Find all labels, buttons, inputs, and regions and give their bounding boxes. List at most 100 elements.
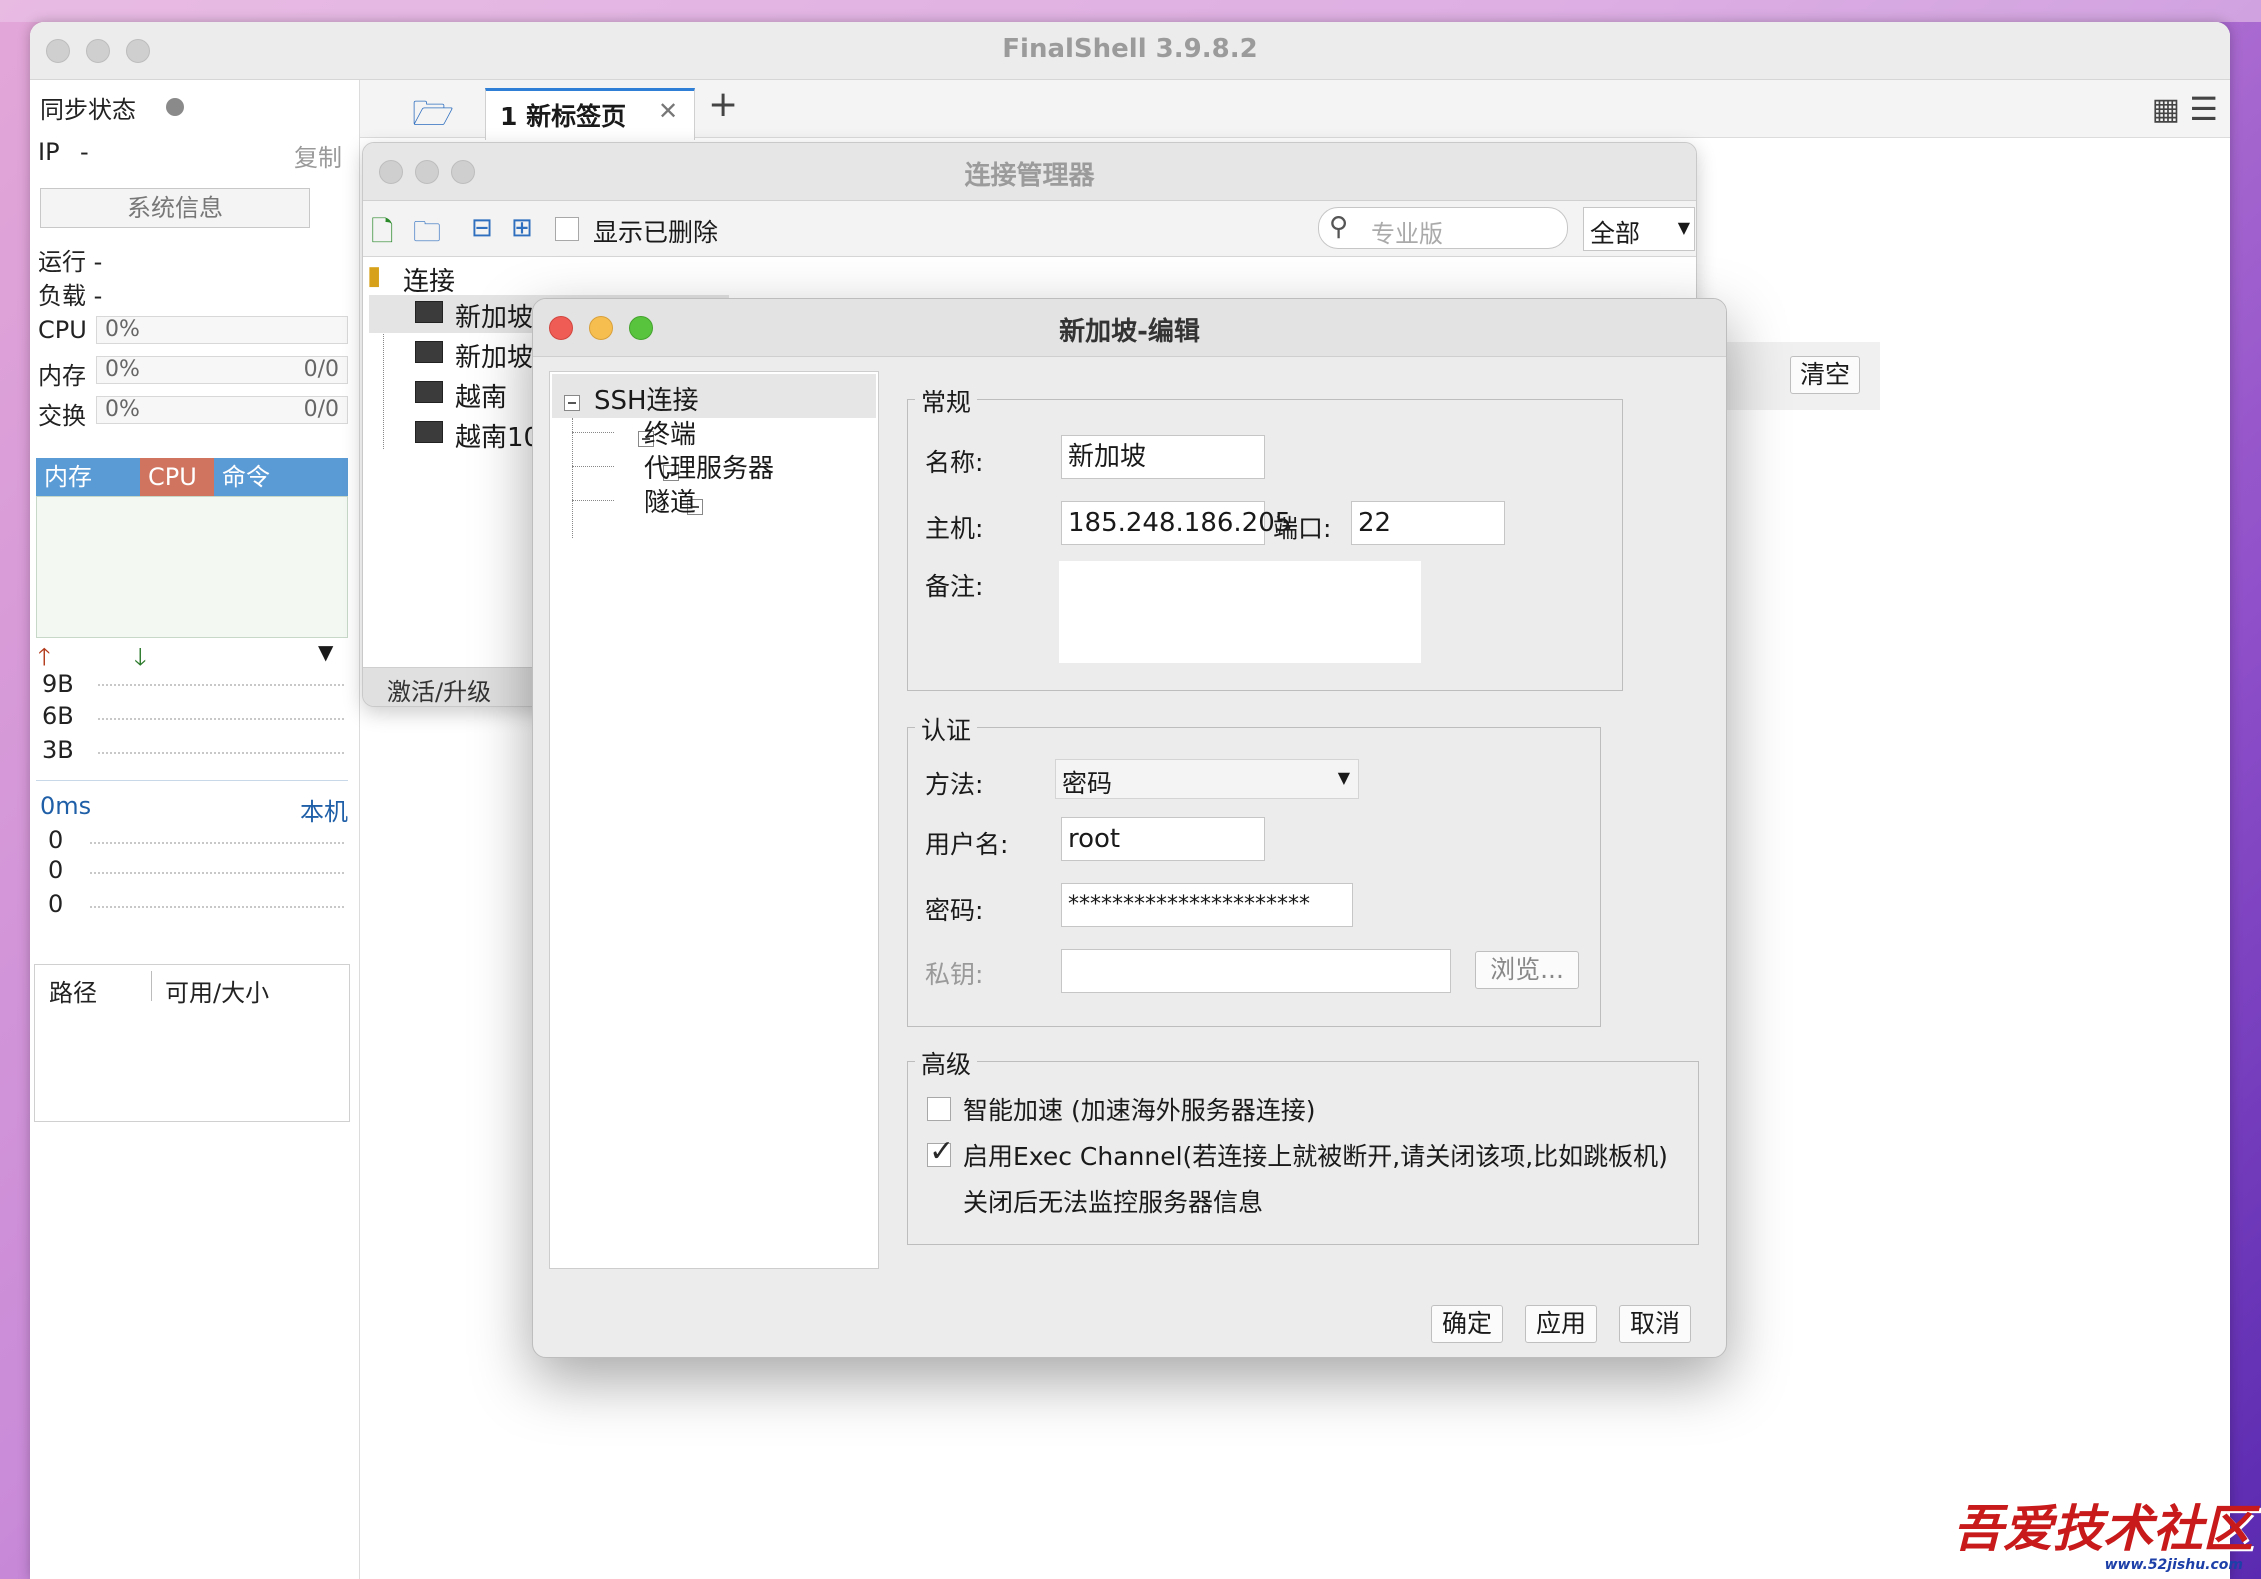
net-rate-label: 3B bbox=[42, 736, 74, 764]
dialog-titlebar: 新加坡-编辑 bbox=[533, 299, 1726, 357]
edit-connection-dialog: 新加坡-编辑 SSH连接 终端 代理服务器 隧道 常规 名称: 新加坡 主机: … bbox=[532, 298, 1727, 1358]
grid-view-icon[interactable]: ▦ bbox=[2152, 92, 2180, 127]
cpu-usage-value: 0% bbox=[105, 317, 140, 342]
checkmark-icon: ✓ bbox=[929, 1134, 955, 1169]
swap-usage-value: 0% bbox=[105, 397, 140, 422]
collapse-icon[interactable] bbox=[564, 395, 580, 411]
ping-gridline bbox=[90, 872, 344, 874]
cancel-button[interactable]: 取消 bbox=[1619, 1305, 1691, 1343]
password-input[interactable]: ********************** bbox=[1061, 883, 1353, 927]
disk-header-divider bbox=[151, 971, 152, 1001]
note-textarea[interactable] bbox=[1059, 561, 1421, 663]
net-rate-label: 6B bbox=[42, 702, 74, 730]
close-tab-icon[interactable]: ✕ bbox=[658, 97, 678, 125]
tree-item-terminal[interactable]: 终端 bbox=[644, 414, 696, 451]
method-select[interactable]: 密码 ▼ bbox=[1055, 759, 1359, 799]
add-tab-button[interactable]: + bbox=[708, 84, 738, 125]
new-folder-icon[interactable]: 🗀 bbox=[413, 211, 441, 259]
search-input[interactable]: ⚲ 专业版 bbox=[1318, 207, 1568, 249]
port-input[interactable]: 22 bbox=[1351, 501, 1505, 545]
system-info-button[interactable]: 系统信息 bbox=[40, 188, 310, 228]
disk-header-size: 可用/大小 bbox=[165, 979, 270, 1007]
net-rate-label: 9B bbox=[42, 670, 74, 698]
ping-value: 0 bbox=[48, 890, 64, 918]
private-key-input[interactable] bbox=[1061, 949, 1451, 993]
note-label: 备注: bbox=[925, 572, 984, 601]
name-label: 名称: bbox=[925, 448, 984, 477]
connection-manager-toolbar: 🗋 🗀 ⊟ ⊞ 显示已删除 ⚲ 专业版 全部 ▼ bbox=[363, 201, 1696, 257]
clear-button[interactable]: 清空 bbox=[1790, 356, 1860, 394]
ip-value: - bbox=[80, 138, 89, 166]
tree-item-proxy[interactable]: 代理服务器 bbox=[644, 448, 774, 485]
tab-memory[interactable]: 内存 bbox=[36, 458, 140, 496]
mem-usage-value: 0% bbox=[105, 357, 140, 382]
collapse-all-icon[interactable]: ⊟ bbox=[471, 213, 493, 243]
advanced-legend: 高级 bbox=[915, 1045, 978, 1081]
settings-tree: SSH连接 终端 代理服务器 隧道 bbox=[549, 371, 879, 1269]
open-folder-icon[interactable]: 🗁 bbox=[412, 90, 454, 147]
net-divider bbox=[36, 780, 348, 781]
smart-accel-checkbox[interactable] bbox=[927, 1097, 951, 1121]
new-connection-icon[interactable]: 🗋 bbox=[371, 211, 394, 259]
apply-button[interactable]: 应用 bbox=[1525, 1305, 1597, 1343]
connection-item[interactable]: 新加坡 bbox=[455, 337, 533, 374]
connection-item[interactable]: 新加坡 bbox=[455, 297, 533, 334]
activate-upgrade-label: 激活/升级 bbox=[387, 678, 492, 706]
folder-icon: ▮ bbox=[367, 261, 382, 291]
host-label: 主机: bbox=[925, 514, 984, 543]
general-legend: 常规 bbox=[915, 383, 978, 419]
tab-new-tab[interactable]: 1 新标签页 ✕ bbox=[485, 88, 695, 140]
window-title: FinalShell 3.9.8.2 bbox=[1002, 34, 1258, 64]
server-icon bbox=[415, 301, 443, 323]
copy-ip-link[interactable]: 复制 bbox=[294, 138, 342, 173]
method-value: 密码 bbox=[1062, 769, 1113, 798]
connection-item[interactable]: 越南10 bbox=[455, 417, 540, 454]
swap-usage-bar: 0% 0/0 bbox=[96, 396, 348, 424]
ping-host[interactable]: 本机 bbox=[300, 792, 348, 827]
network-select-dropdown-icon[interactable]: ▼ bbox=[318, 640, 333, 664]
mem-usage-ratio: 0/0 bbox=[303, 357, 339, 382]
exec-channel-checkbox[interactable]: ✓ bbox=[927, 1134, 954, 1169]
tab-command[interactable]: 命令 bbox=[214, 458, 348, 496]
ping-value: 0 bbox=[48, 826, 64, 854]
tree-guide bbox=[572, 432, 614, 433]
tab-cpu[interactable]: CPU bbox=[140, 458, 214, 496]
load-label: 负载 - bbox=[38, 282, 103, 310]
disk-header-path: 路径 bbox=[49, 979, 97, 1007]
chevron-down-icon: ▼ bbox=[1677, 218, 1690, 237]
browse-button[interactable]: 浏览... bbox=[1475, 951, 1579, 989]
tree-item-tunnel[interactable]: 隧道 bbox=[644, 482, 696, 519]
username-input[interactable]: root bbox=[1061, 817, 1265, 861]
running-label: 运行 - bbox=[38, 248, 103, 276]
show-deleted-checkbox[interactable] bbox=[555, 217, 579, 241]
tab-label: 1 新标签页 bbox=[500, 102, 627, 131]
menu-icon[interactable]: ☰ bbox=[2189, 90, 2218, 128]
watermark-logo: 吾爱技术社区 bbox=[1953, 1499, 2253, 1558]
ip-label: IP bbox=[38, 138, 60, 166]
watermark-url: www.52jishu.com bbox=[2104, 1557, 2243, 1573]
filter-select[interactable]: 全部 ▼ bbox=[1583, 207, 1695, 251]
username-label: 用户名: bbox=[925, 830, 1009, 859]
tree-guide bbox=[572, 500, 614, 501]
monitor-tabs: 内存 CPU 命令 bbox=[36, 458, 348, 496]
tree-item-ssh[interactable]: SSH连接 bbox=[594, 380, 699, 417]
ping-value: 0 bbox=[48, 856, 64, 884]
expand-all-icon[interactable]: ⊞ bbox=[511, 213, 533, 243]
ok-button[interactable]: 确定 bbox=[1431, 1305, 1503, 1343]
history-panel: 清空 bbox=[1720, 342, 1880, 410]
tree-folder-connections[interactable]: 连接 bbox=[403, 261, 455, 298]
sync-status-dot-icon bbox=[166, 98, 184, 116]
ping-latency: 0ms bbox=[40, 792, 92, 820]
ping-gridline bbox=[90, 842, 344, 844]
system-menubar bbox=[0, 0, 2261, 22]
download-arrow-icon: 🡓 bbox=[134, 643, 147, 671]
net-gridline bbox=[98, 718, 344, 720]
net-gridline bbox=[98, 684, 344, 686]
exec-channel-note: 关闭后无法监控服务器信息 bbox=[963, 1188, 1264, 1217]
sync-status-label: 同步状态 bbox=[40, 96, 136, 124]
host-input[interactable]: 185.248.186.205 bbox=[1061, 501, 1291, 545]
connection-item[interactable]: 越南 bbox=[455, 377, 507, 414]
net-gridline bbox=[98, 752, 344, 754]
activate-upgrade-link[interactable]: 激活/升级 bbox=[363, 667, 533, 706]
name-input[interactable]: 新加坡 bbox=[1061, 435, 1265, 479]
